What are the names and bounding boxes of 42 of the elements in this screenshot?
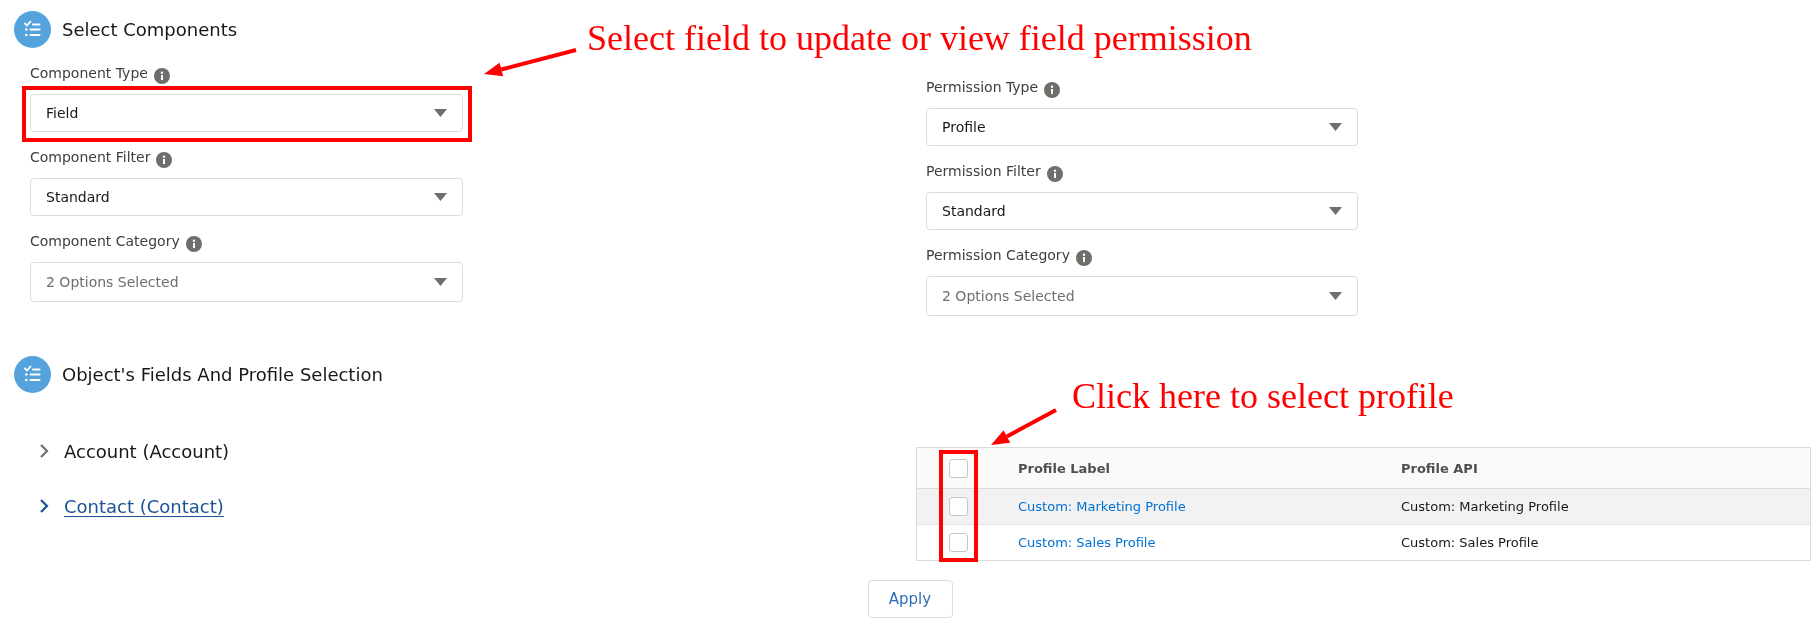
field-label: Permission Category <box>926 246 1070 265</box>
column-header: Profile API <box>1400 460 1478 476</box>
dropdown[interactable]: Standard <box>926 192 1358 230</box>
apply-button[interactable]: Apply <box>867 580 953 618</box>
field-label: Component Filter <box>30 148 151 167</box>
section-title: Select Components <box>62 17 238 42</box>
checklist-icon <box>14 356 51 393</box>
dropdown[interactable]: 2 Options Selected <box>30 262 463 302</box>
section-title: Object's Fields And Profile Selection <box>62 362 383 387</box>
field-label: Permission Filter <box>926 162 1041 181</box>
caret-icon <box>1329 292 1342 300</box>
caret-icon <box>1329 207 1342 215</box>
caret-icon <box>1329 123 1342 131</box>
column-header: Profile Label <box>1017 460 1110 476</box>
info-icon[interactable] <box>1075 249 1092 266</box>
annotation-text: Click here to select profile <box>1072 378 1454 414</box>
annotation-text: Select field to update or view field permission <box>587 20 1252 56</box>
checklist-icon <box>14 11 51 48</box>
checkbox[interactable] <box>949 533 968 552</box>
profile-link[interactable]: Custom: Marketing Profile <box>1018 499 1186 514</box>
checkbox[interactable] <box>949 497 968 516</box>
dropdown[interactable]: Field <box>30 94 463 132</box>
caret-icon <box>434 109 447 117</box>
dropdown[interactable]: 2 Options Selected <box>926 276 1358 316</box>
field-label: Component Type <box>30 64 148 83</box>
info-icon[interactable] <box>1044 81 1061 98</box>
dropdown[interactable]: Profile <box>926 108 1358 146</box>
checkbox[interactable] <box>949 458 968 478</box>
table-cell-text: Custom: Sales Profile <box>1400 535 1539 550</box>
info-icon[interactable] <box>185 235 202 252</box>
table-cell-text: Custom: Marketing Profile <box>1400 499 1569 514</box>
caret-icon <box>434 193 447 201</box>
info-icon[interactable] <box>156 151 173 168</box>
tree-item[interactable]: Account (Account) <box>39 436 230 466</box>
caret-icon <box>434 278 447 286</box>
field-label: Component Category <box>30 232 180 251</box>
field-label: Permission Type <box>926 78 1039 97</box>
dropdown[interactable]: Standard <box>30 178 463 216</box>
info-icon[interactable] <box>1046 165 1063 182</box>
profile-link[interactable]: Custom: Sales Profile <box>1018 535 1156 550</box>
info-icon[interactable] <box>153 67 170 84</box>
tree-item[interactable]: Contact (Contact) <box>39 491 224 521</box>
